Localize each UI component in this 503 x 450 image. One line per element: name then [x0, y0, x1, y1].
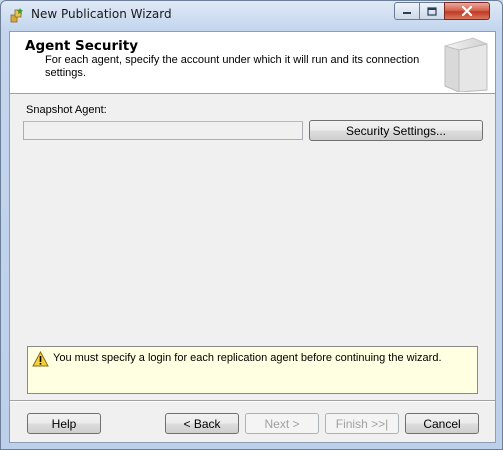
warning-text: You must specify a login for each replic… [53, 352, 442, 364]
page-title: Agent Security [25, 38, 139, 54]
window-title: New Publication Wizard [31, 7, 172, 21]
minimize-button[interactable] [394, 2, 420, 20]
warning-icon [32, 351, 49, 367]
warning-message-box: You must specify a login for each replic… [27, 346, 478, 394]
snapshot-agent-field[interactable] [23, 121, 303, 140]
close-icon [461, 6, 473, 16]
maximize-icon [427, 6, 437, 16]
book-graphic-icon [444, 37, 488, 92]
wizard-window: New Publication Wizard Agent Security Fo… [0, 0, 503, 450]
minimize-icon [403, 12, 411, 14]
cancel-button[interactable]: Cancel [405, 413, 479, 434]
wizard-app-icon [10, 8, 23, 23]
snapshot-agent-label: Snapshot Agent: [26, 104, 107, 116]
maximize-button[interactable] [419, 2, 445, 20]
wizard-page: Agent Security For each agent, specify t… [9, 31, 496, 443]
page-description: For each agent, specify the account unde… [45, 54, 420, 79]
finish-button[interactable]: Finish >>| [325, 413, 399, 434]
footer-separator [10, 400, 495, 402]
security-settings-button[interactable]: Security Settings... [309, 120, 483, 141]
wizard-header: Agent Security For each agent, specify t… [10, 32, 495, 94]
title-bar[interactable]: New Publication Wizard [1, 1, 503, 29]
back-button[interactable]: < Back [165, 413, 239, 434]
next-button[interactable]: Next > [245, 413, 319, 434]
close-button[interactable] [444, 2, 490, 20]
help-button[interactable]: Help [27, 413, 101, 434]
